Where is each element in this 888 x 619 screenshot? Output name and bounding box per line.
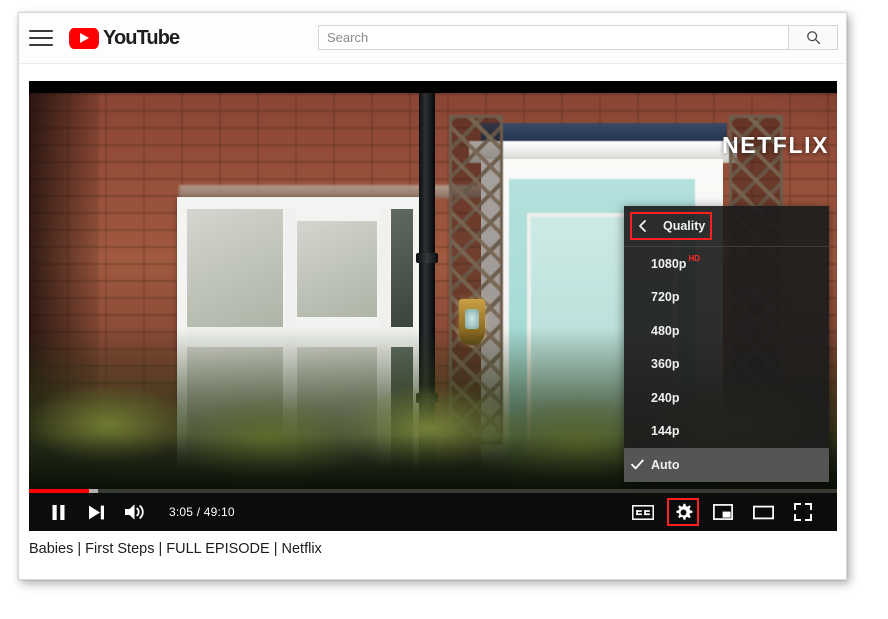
player-controls: 3:05 / 49:10 xyxy=(29,493,837,531)
quality-settings-menu[interactable]: Quality 1080p HD 720p 480p 360p 240p 144… xyxy=(624,206,829,482)
search-button[interactable] xyxy=(788,25,838,50)
quality-option-label: 1080p xyxy=(651,256,687,271)
gear-icon xyxy=(675,503,692,520)
quality-option-720p[interactable]: 720p xyxy=(624,281,829,315)
search-icon xyxy=(806,31,820,45)
youtube-logo[interactable]: YouTube xyxy=(69,27,180,49)
quality-option-label: 720p xyxy=(651,290,680,305)
theater-mode-icon xyxy=(752,505,774,519)
hamburger-line xyxy=(29,37,53,39)
miniplayer-button[interactable] xyxy=(707,498,739,526)
time-display: 3:05 / 49:10 xyxy=(169,505,235,519)
quality-option-label: 144p xyxy=(651,424,680,439)
window-pane xyxy=(297,221,377,317)
quality-option-label: 360p xyxy=(651,357,680,372)
quality-option-label: 480p xyxy=(651,323,680,338)
next-button[interactable] xyxy=(77,493,115,531)
quality-option-144p[interactable]: 144p xyxy=(624,415,829,449)
hamburger-menu-icon[interactable] xyxy=(29,30,55,48)
settings-button[interactable] xyxy=(667,498,699,526)
youtube-play-icon xyxy=(69,27,99,49)
video-player[interactable]: NETFLIX Quality 1080p HD 720p 480p 360p … xyxy=(29,81,837,531)
volume-high-icon xyxy=(125,504,144,520)
fullscreen-button[interactable] xyxy=(787,498,819,526)
pause-icon xyxy=(52,504,64,520)
video-title: Babies | First Steps | FULL EPISODE | Ne… xyxy=(29,541,322,557)
next-track-icon xyxy=(88,505,104,519)
search-bar xyxy=(318,25,838,50)
youtube-header: YouTube xyxy=(19,13,846,64)
quality-option-1080p[interactable]: 1080p HD xyxy=(624,247,829,281)
window-pane xyxy=(187,209,283,327)
subtitles-button[interactable] xyxy=(627,498,659,526)
search-input[interactable] xyxy=(318,25,788,50)
theater-button[interactable] xyxy=(747,498,779,526)
quality-option-480p[interactable]: 480p xyxy=(624,314,829,348)
quality-option-label: 240p xyxy=(651,390,680,405)
hamburger-line xyxy=(29,30,53,32)
miniplayer-icon xyxy=(713,504,733,520)
screenshot-root: YouTube Search NETFLIX Quality 1080p HD … xyxy=(0,0,888,619)
youtube-logo-text: YouTube xyxy=(103,27,180,49)
netflix-watermark: NETFLIX xyxy=(722,132,830,158)
drainpipe-collar xyxy=(416,253,438,263)
checkmark-icon xyxy=(624,459,651,470)
volume-button[interactable] xyxy=(115,493,155,531)
window-pane xyxy=(391,209,413,327)
quality-menu-header[interactable]: Quality xyxy=(624,206,829,247)
closed-captions-icon xyxy=(632,504,654,520)
quality-option-label: Auto xyxy=(651,457,680,472)
fullscreen-icon xyxy=(794,503,812,521)
hd-badge: HD xyxy=(688,254,701,263)
browser-page-card: YouTube Search NETFLIX Quality 1080p HD … xyxy=(18,12,847,580)
chevron-left-icon xyxy=(639,220,646,232)
quality-option-360p[interactable]: 360p xyxy=(624,348,829,382)
quality-option-240p[interactable]: 240p xyxy=(624,381,829,415)
quality-option-auto[interactable]: Auto xyxy=(624,448,829,482)
hamburger-line xyxy=(29,44,53,46)
player-right-controls xyxy=(623,498,837,526)
pause-button[interactable] xyxy=(39,493,77,531)
quality-menu-title: Quality xyxy=(663,219,706,233)
